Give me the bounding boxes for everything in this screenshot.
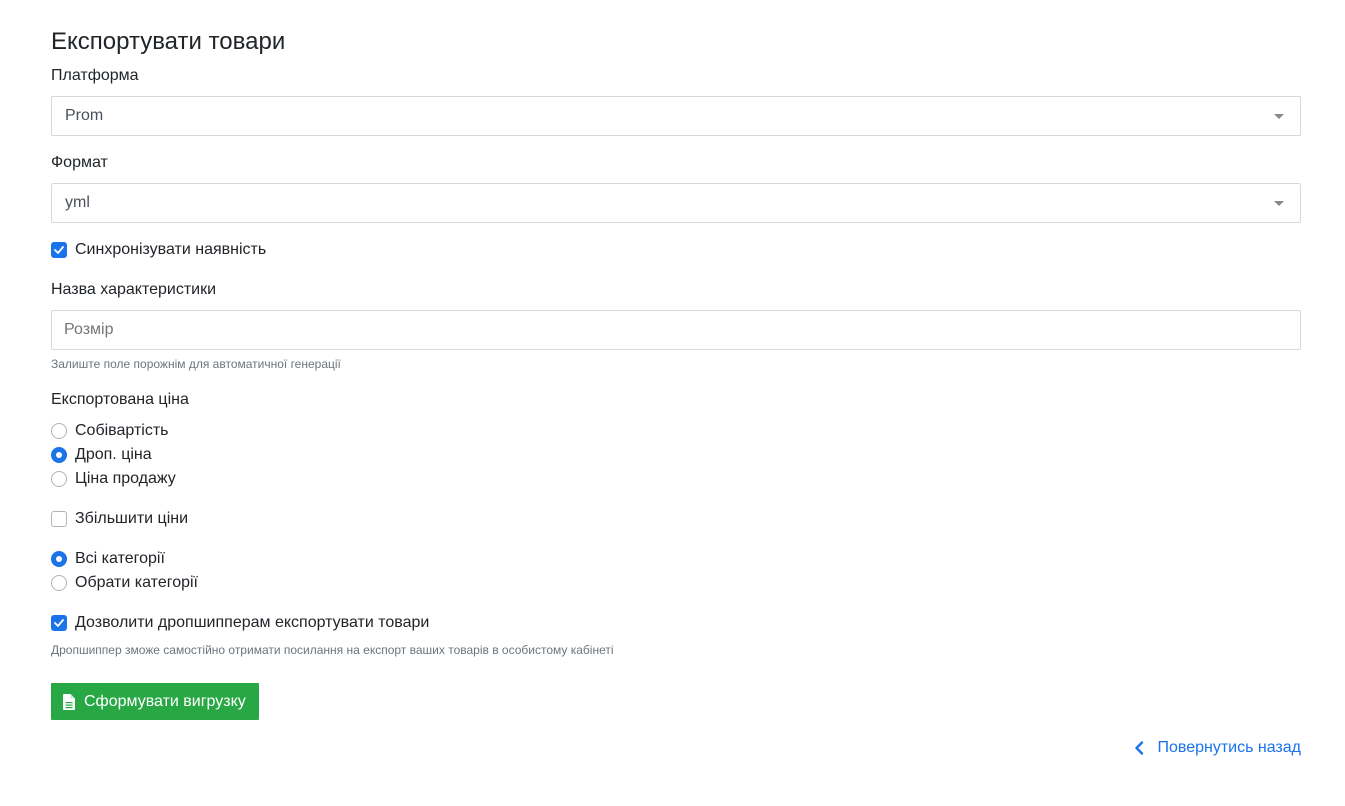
radio-checked-icon[interactable] — [51, 551, 67, 567]
radio-unchecked-icon[interactable] — [51, 423, 67, 439]
platform-select[interactable]: Prom — [51, 96, 1301, 136]
sync-stock-label: Синхронізувати наявність — [75, 241, 267, 258]
characteristic-input[interactable] — [51, 310, 1301, 350]
platform-select-value: Prom — [65, 107, 104, 124]
checkbox-checked-icon[interactable] — [51, 242, 67, 258]
file-icon — [63, 693, 75, 710]
caret-down-icon — [1274, 114, 1284, 119]
increase-prices-label: Збільшити ціни — [75, 510, 189, 527]
back-link-label: Повернутись назад — [1157, 739, 1301, 756]
radio-unchecked-icon[interactable] — [51, 471, 67, 487]
price-option-sale[interactable]: Ціна продажу — [51, 469, 176, 489]
categories-option-all[interactable]: Всі категорії — [51, 549, 165, 569]
page-title: Експортувати товари — [51, 28, 286, 55]
price-option-cost[interactable]: Собівартість — [51, 421, 168, 441]
back-link[interactable]: Повернутись назад — [1133, 738, 1301, 758]
increase-prices-checkbox[interactable]: Збільшити ціни — [51, 509, 188, 529]
categories-option-label: Всі категорії — [75, 550, 165, 567]
generate-export-button[interactable]: Сформувати вигрузку — [51, 683, 259, 720]
checkbox-unchecked-icon[interactable] — [51, 511, 67, 527]
characteristic-label: Назва характеристики — [51, 281, 217, 298]
categories-option-label: Обрати категорії — [75, 574, 198, 591]
price-option-label: Собівартість — [75, 422, 169, 439]
format-select[interactable]: yml — [51, 183, 1301, 223]
allow-dropshippers-checkbox[interactable]: Дозволити дропшипперам експортувати това… — [51, 613, 429, 633]
radio-unchecked-icon[interactable] — [51, 575, 67, 591]
chevron-left-icon — [1133, 741, 1145, 755]
allow-dropshippers-help: Дропшиппер зможе самостійно отримати пос… — [51, 643, 614, 657]
categories-option-select[interactable]: Обрати категорії — [51, 573, 198, 593]
generate-export-label: Сформувати вигрузку — [84, 692, 246, 710]
price-option-label: Ціна продажу — [75, 470, 176, 487]
caret-down-icon — [1274, 201, 1284, 206]
allow-dropshippers-label: Дозволити дропшипперам експортувати това… — [75, 614, 430, 631]
sync-stock-checkbox[interactable]: Синхронізувати наявність — [51, 240, 266, 260]
format-select-value: yml — [65, 194, 90, 211]
radio-checked-icon[interactable] — [51, 447, 67, 463]
checkbox-checked-icon[interactable] — [51, 615, 67, 631]
platform-label: Платформа — [51, 67, 139, 84]
format-label: Формат — [51, 154, 108, 171]
price-option-drop[interactable]: Дроп. ціна — [51, 445, 152, 465]
price-option-label: Дроп. ціна — [75, 446, 152, 463]
price-label: Експортована ціна — [51, 391, 189, 408]
characteristic-help: Залиште поле порожнім для автоматичної г… — [51, 357, 341, 371]
